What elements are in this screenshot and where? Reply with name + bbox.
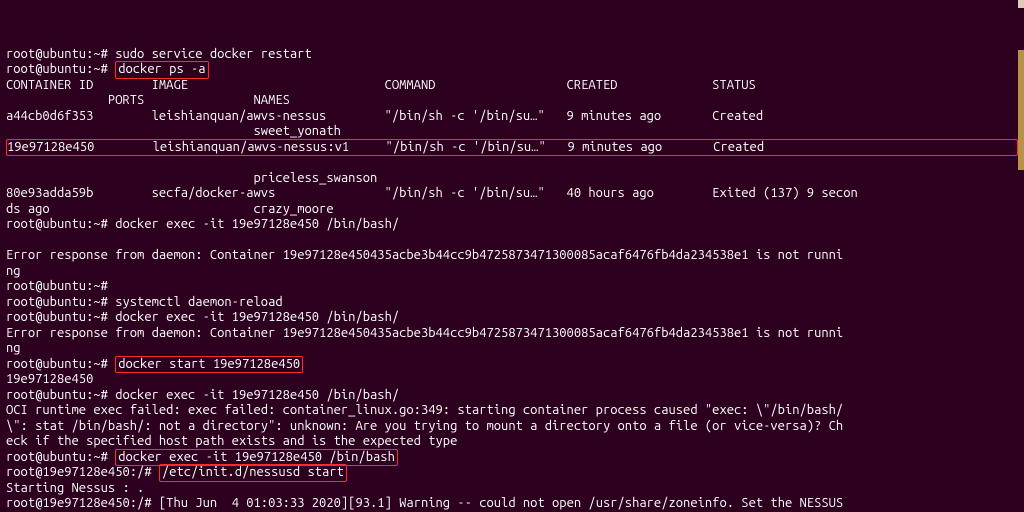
error-text: ng (6, 264, 21, 278)
prompt: root@ubuntu:~# (6, 217, 115, 231)
table-row: sweet_yonath (6, 124, 341, 138)
prompt: root@ubuntu:~# (6, 357, 115, 371)
table-row: a44cb0d6f353 leishianquan/awvs-nessus "/… (6, 109, 763, 123)
scrollbar-hint (1018, 0, 1024, 8)
prompt: root@ubuntu:~# (6, 310, 115, 324)
prompt: root@ubuntu:~# (6, 47, 115, 61)
cmd-exec: docker exec -it 19e97128e450 /bin/bash/ (115, 217, 399, 231)
error-text: ng (6, 341, 21, 355)
oci-error: \": stat /bin/bash/: not a directory": u… (6, 419, 843, 433)
table-row-highlight: 19e97128e450 leishianquan/awvs-nessus:v1… (6, 139, 1018, 157)
prompt: root@ubuntu:~# (6, 295, 115, 309)
side-gutter (1018, 50, 1024, 170)
oci-error: eck if the specified host path exists an… (6, 434, 457, 448)
prompt: root@ubuntu:~# (6, 279, 115, 293)
cmd-docker-ps: docker ps -a (115, 61, 208, 79)
starting-text: Starting Nessus : . (6, 481, 144, 495)
prompt: root@ubuntu:~# (6, 388, 115, 402)
prompt: root@ubuntu:~# (6, 450, 115, 464)
error-text: Error response from daemon: Container 19… (6, 326, 843, 340)
oci-error: OCI runtime exec failed: exec failed: co… (6, 403, 843, 417)
output-id: 19e97128e450 (6, 372, 93, 386)
prompt-container: root@19e97128e450:/# (6, 465, 159, 479)
cmd-reload: systemctl daemon-reload (115, 295, 282, 309)
prompt-container: root@19e97128e450:/# (6, 496, 159, 510)
prompt: root@ubuntu:~# (6, 62, 115, 76)
terminal-screen[interactable]: root@ubuntu:~# sudo service docker resta… (0, 0, 1024, 512)
table-header-2: PORTS NAMES (6, 93, 290, 107)
cmd-docker-start: docker start 19e97128e450 (115, 356, 303, 374)
cmd-nessus-start: /etc/init.d/nessusd start (159, 464, 347, 482)
table-row: 80e93adda59b secfa/docker-awvs "/bin/sh … (6, 186, 858, 200)
cmd-exec: docker exec -it 19e97128e450 /bin/bash/ (115, 388, 399, 402)
table-header: CONTAINER ID IMAGE COMMAND CREATED STATU… (6, 78, 756, 92)
error-text: Error response from daemon: Container 19… (6, 248, 843, 262)
cmd-restart: sudo service docker restart (115, 47, 312, 61)
table-row: priceless_swanson (6, 171, 377, 185)
cmd-exec: docker exec -it 19e97128e450 /bin/bash/ (115, 310, 399, 324)
table-row: ds ago crazy_moore (6, 202, 334, 216)
warn-text: [Thu Jun 4 01:03:33 2020][93.1] Warning … (159, 496, 843, 510)
